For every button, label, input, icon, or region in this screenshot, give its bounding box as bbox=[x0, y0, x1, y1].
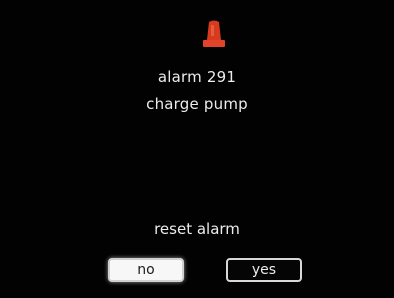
yes-button-label: yes bbox=[251, 262, 277, 278]
alarm-light-icon bbox=[203, 20, 225, 47]
no-button[interactable]: no bbox=[108, 258, 184, 282]
yes-button[interactable]: yes bbox=[226, 258, 302, 282]
no-button-label: no bbox=[137, 262, 155, 278]
alarm-screen: alarm 291 charge pump reset alarm no yes bbox=[0, 0, 394, 298]
alarm-description: charge pump bbox=[146, 95, 248, 113]
alarm-code: alarm 291 bbox=[157, 68, 237, 86]
reset-alarm-prompt: reset alarm bbox=[154, 220, 240, 238]
